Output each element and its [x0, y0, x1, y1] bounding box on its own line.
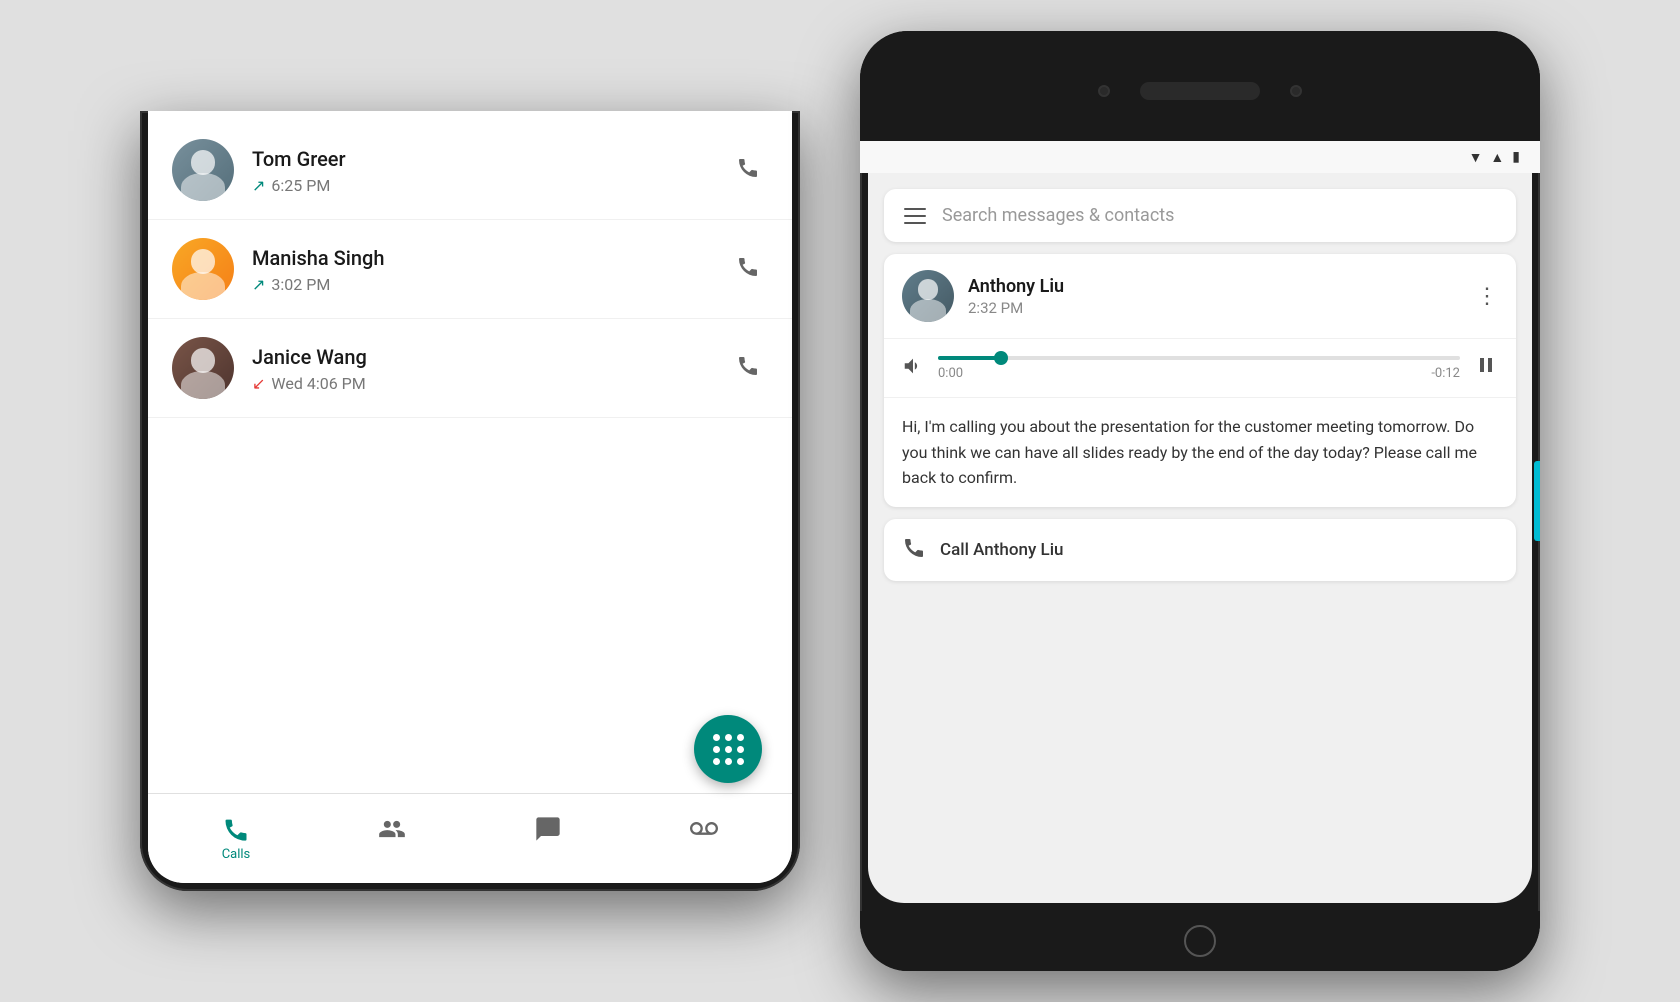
speaker-grill	[1140, 82, 1260, 100]
phone-top-hardware	[860, 31, 1540, 141]
progress-track[interactable]	[938, 356, 1460, 360]
nav-label-messages: .	[546, 847, 549, 862]
contact-time-row: ↗ 3:02 PM	[252, 275, 710, 294]
call-button[interactable]	[728, 345, 768, 391]
message-transcript: Hi, I'm calling you about the presentati…	[884, 398, 1516, 507]
contact-name: Janice Wang	[252, 344, 710, 370]
contact-name: Tom Greer	[252, 146, 710, 172]
progress-thumb[interactable]	[994, 351, 1008, 365]
contact-info: Janice Wang ↙ Wed 4:06 PM	[252, 344, 710, 393]
fab-dots	[711, 732, 746, 767]
more-options-button[interactable]: ⋮	[1476, 284, 1498, 309]
progress-fill	[938, 356, 1001, 360]
call-action-label[interactable]: Call Anthony Liu	[940, 540, 1063, 560]
status-bar: ▼ ▲ ▮	[860, 141, 1540, 173]
nav-item-voicemail[interactable]: .	[626, 815, 782, 862]
scene: Tom Greer ↗ 6:25 PM	[0, 0, 1680, 1002]
contact-time: 3:02 PM	[271, 275, 330, 294]
time-remaining: -0:12	[1431, 366, 1460, 381]
home-circle	[1184, 925, 1216, 957]
camera-dot-2	[1290, 85, 1302, 97]
sender-name: Anthony Liu	[968, 276, 1064, 297]
right-screen: Search messages & contacts Anthony Liu 2…	[868, 173, 1532, 903]
wifi-icon: ▼	[1469, 149, 1483, 166]
contact-item[interactable]: Manisha Singh ↗ 3:02 PM	[148, 220, 792, 319]
nav-label-voicemail: .	[702, 847, 705, 862]
call-action-button[interactable]: Call Anthony Liu	[884, 519, 1516, 581]
contact-name: Manisha Singh	[252, 245, 710, 271]
outgoing-call-arrow: ↗	[252, 275, 265, 294]
avatar	[172, 139, 234, 201]
contact-time-row: ↗ 6:25 PM	[252, 176, 710, 195]
home-button[interactable]	[860, 911, 1540, 971]
missed-call-arrow: ↙	[252, 374, 265, 393]
camera-dot	[1098, 85, 1110, 97]
avatar	[172, 337, 234, 399]
search-placeholder[interactable]: Search messages & contacts	[942, 205, 1174, 226]
left-screen: Tom Greer ↗ 6:25 PM	[148, 111, 792, 883]
message-sender-info: Anthony Liu 2:32 PM	[968, 276, 1064, 317]
time-current: 0:00	[938, 366, 963, 381]
message-header: Anthony Liu 2:32 PM ⋮	[884, 254, 1516, 339]
right-phone: ▼ ▲ ▮ Search messages & contacts	[860, 31, 1540, 971]
nav-item-calls[interactable]: Calls	[158, 815, 314, 862]
nav-item-contacts[interactable]: .	[314, 815, 470, 862]
contact-time: 6:25 PM	[271, 176, 330, 195]
accent-bar	[1534, 461, 1540, 541]
signal-icon: ▲	[1490, 149, 1504, 166]
call-button[interactable]	[728, 147, 768, 193]
message-avatar	[902, 270, 954, 322]
nav-item-messages[interactable]: .	[470, 815, 626, 862]
bottom-wrapper: Calls . . .	[148, 793, 792, 883]
call-button[interactable]	[728, 246, 768, 292]
contact-item[interactable]: Tom Greer ↗ 6:25 PM	[148, 121, 792, 220]
sender-time: 2:32 PM	[968, 299, 1064, 317]
left-phone: Tom Greer ↗ 6:25 PM	[140, 111, 800, 891]
menu-icon[interactable]	[904, 208, 926, 224]
audio-progress[interactable]: 0:00 -0:12	[938, 356, 1460, 381]
contact-info: Manisha Singh ↗ 3:02 PM	[252, 245, 710, 294]
audio-player[interactable]: 0:00 -0:12	[884, 339, 1516, 398]
contact-info: Tom Greer ↗ 6:25 PM	[252, 146, 710, 195]
pause-button[interactable]	[1474, 353, 1498, 383]
message-card: Anthony Liu 2:32 PM ⋮	[884, 254, 1516, 507]
outgoing-call-arrow: ↗	[252, 176, 265, 195]
dialpad-fab[interactable]	[694, 715, 762, 783]
contact-item[interactable]: Janice Wang ↙ Wed 4:06 PM	[148, 319, 792, 418]
contact-time-row: ↙ Wed 4:06 PM	[252, 374, 710, 393]
bottom-nav: Calls . . .	[148, 793, 792, 883]
search-bar[interactable]: Search messages & contacts	[884, 189, 1516, 242]
call-action-icon	[902, 535, 926, 565]
nav-label-contacts: .	[390, 847, 393, 862]
contacts-list: Tom Greer ↗ 6:25 PM	[148, 111, 792, 793]
time-labels: 0:00 -0:12	[938, 366, 1460, 381]
battery-icon: ▮	[1512, 149, 1520, 165]
avatar	[172, 238, 234, 300]
nav-label-calls: Calls	[222, 847, 251, 862]
contact-time: Wed 4:06 PM	[271, 374, 365, 393]
volume-icon[interactable]	[902, 355, 924, 382]
